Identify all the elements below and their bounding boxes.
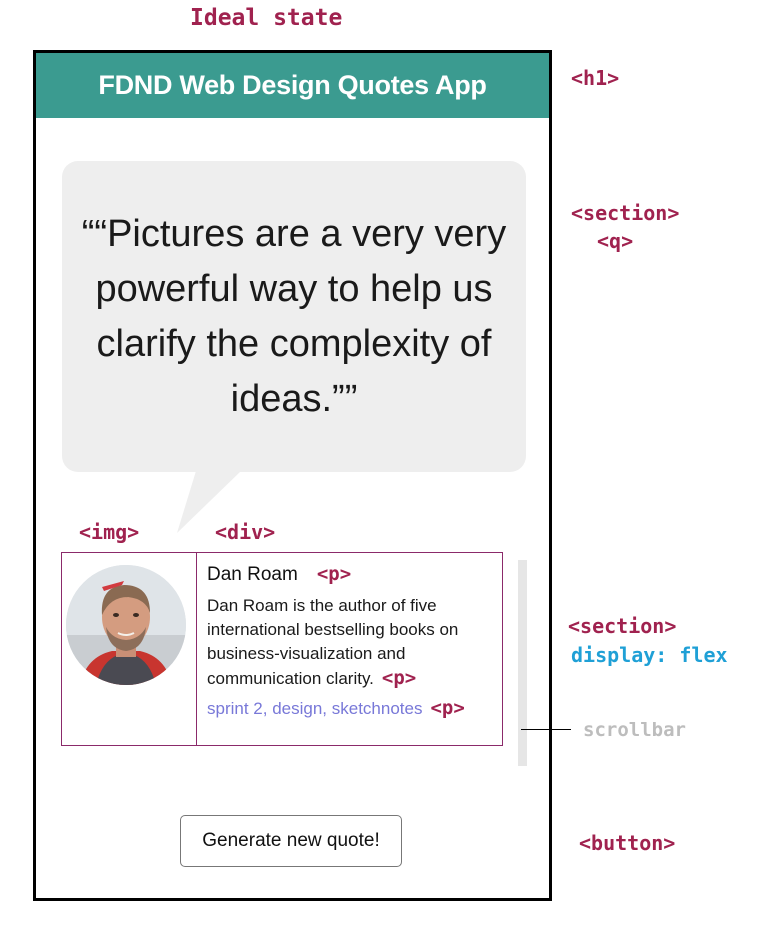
div-annotation: <div> xyxy=(215,520,276,544)
q-annotation: <q> xyxy=(597,229,634,253)
author-bio-row: Dan Roam is the author of five internati… xyxy=(207,594,499,691)
author-tags: sprint 2, design, sketchnotes xyxy=(207,699,423,718)
app-header: FDND Web Design Quotes App xyxy=(36,53,549,118)
app-title: FDND Web Design Quotes App xyxy=(98,70,487,100)
author-photo xyxy=(66,565,186,685)
img-annotation: <img> xyxy=(79,520,140,544)
scrollbar-annotation: scrollbar xyxy=(583,719,686,741)
author-name-row: Dan Roam <p> xyxy=(207,563,499,586)
button-annotation: <button> xyxy=(579,831,676,855)
scrollbar[interactable] xyxy=(518,560,527,766)
author-name: Dan Roam xyxy=(207,564,298,585)
section-flex-annotation: <section> xyxy=(568,614,677,638)
p-annotation-name: <p> xyxy=(316,563,352,585)
scrollbar-pointer-line xyxy=(521,729,571,730)
app-frame: FDND Web Design Quotes App “Pictures are… xyxy=(33,50,552,901)
h1-annotation: <h1> xyxy=(571,66,620,90)
p-annotation-tags: <p> xyxy=(430,697,465,719)
author-tags-row: sprint 2, design, sketchnotes <p> xyxy=(207,697,499,719)
section-annotation: <section> xyxy=(571,201,680,225)
author-info: Dan Roam <p> Dan Roam is the author of fi… xyxy=(197,553,509,745)
p-annotation-bio: <p> xyxy=(381,667,417,689)
display-flex-annotation: display: flex xyxy=(571,643,728,667)
author-card: Dan Roam <p> Dan Roam is the author of fi… xyxy=(61,552,503,746)
generate-quote-button[interactable]: Generate new quote! xyxy=(180,815,402,867)
quote-section: “Pictures are a very very powerful way t… xyxy=(62,161,526,472)
quote-text: “Pictures are a very very powerful way t… xyxy=(94,212,507,420)
ideal-state-title: Ideal state xyxy=(190,5,343,31)
author-avatar xyxy=(66,565,186,685)
author-bio: Dan Roam is the author of five internati… xyxy=(207,596,459,688)
author-image-box xyxy=(62,553,197,745)
